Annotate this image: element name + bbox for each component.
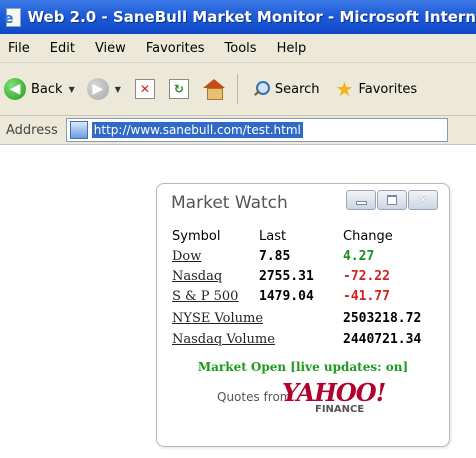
widget-window-controls: ✕ [345, 190, 438, 210]
favorites-button[interactable]: ★ Favorites [324, 72, 418, 106]
back-arrow-icon: ◀ [4, 78, 26, 100]
search-icon [254, 81, 270, 97]
back-label: Back [31, 81, 63, 97]
symbol-link-dow[interactable]: Dow [172, 249, 201, 264]
symbol-link-nasdaq-volume[interactable]: Nasdaq Volume [172, 332, 275, 347]
change-value: -72.22 [343, 269, 390, 284]
forward-dropdown-icon[interactable]: ▼ [115, 85, 121, 94]
symbol-link-nyse-volume[interactable]: NYSE Volume [172, 311, 263, 326]
minimize-icon [355, 201, 367, 205]
change-value: -41.77 [343, 289, 390, 304]
change-value: 4.27 [343, 249, 375, 264]
close-button[interactable]: ✕ [408, 190, 438, 210]
last-value: 7.85 [259, 249, 291, 264]
ie-icon: e [4, 7, 22, 27]
close-icon: ✕ [417, 193, 429, 207]
maximize-button[interactable] [377, 190, 407, 210]
symbol-link-nasdaq[interactable]: Nasdaq [172, 269, 222, 284]
menu-file[interactable]: File [8, 41, 30, 56]
page-icon [69, 121, 88, 139]
volume-value: 2503218.72 [343, 311, 422, 326]
last-value: 2755.31 [259, 269, 314, 284]
address-bar: Address http://www.sanebull.com/test.htm… [0, 116, 476, 145]
refresh-icon[interactable]: ↻ [168, 79, 189, 99]
widget-title: Market Watch [171, 193, 288, 213]
home-icon[interactable] [202, 79, 225, 100]
address-url[interactable]: http://www.sanebull.com/test.html [91, 122, 303, 138]
menu-favorites[interactable]: Favorites [146, 41, 205, 56]
market-status: Market Open [live updates: on] [197, 360, 409, 374]
address-input[interactable]: http://www.sanebull.com/test.html [65, 118, 448, 142]
quotes-from-label: Quotes from [217, 390, 292, 404]
forward-arrow-icon: ▶ [86, 78, 109, 100]
last-value: 1479.04 [259, 289, 314, 304]
menu-bar: File Edit View Favorites Tools Help [0, 34, 476, 63]
window-title: Web 2.0 - SaneBull Market Monitor - Micr… [27, 8, 476, 26]
minimize-button[interactable] [346, 190, 376, 210]
menu-view[interactable]: View [95, 41, 126, 56]
menu-help[interactable]: Help [277, 41, 307, 56]
header-last: Last [259, 229, 287, 244]
toolbar-separator [236, 74, 238, 104]
window-title-bar[interactable]: e Web 2.0 - SaneBull Market Monitor - Mi… [0, 0, 476, 34]
maximize-icon [387, 195, 397, 205]
back-dropdown-icon[interactable]: ▼ [69, 85, 75, 94]
header-symbol: Symbol [172, 229, 221, 244]
stop-icon[interactable]: ✕ [134, 79, 155, 99]
back-button[interactable]: ◀ Back ▼ [4, 72, 75, 106]
forward-button[interactable]: ▶ ▼ [79, 72, 121, 106]
star-icon: ★ [335, 77, 354, 101]
market-watch-widget: Market Watch ✕ Symbol Last Change Dow 7.… [156, 183, 450, 447]
menu-edit[interactable]: Edit [50, 41, 75, 56]
address-label: Address [6, 122, 58, 138]
yahoo-finance-label: FINANCE [315, 404, 365, 415]
favorites-label: Favorites [358, 81, 418, 97]
header-change: Change [343, 229, 393, 244]
symbol-link-sp500[interactable]: S & P 500 [172, 289, 238, 304]
yahoo-logo[interactable]: YAHOO! [282, 378, 386, 407]
search-label: Search [274, 81, 320, 97]
standard-toolbar: ◀ Back ▼ ▶ ▼ ✕ ↻ Search ★ Favorites [0, 63, 476, 116]
menu-tools[interactable]: Tools [225, 41, 257, 56]
search-button[interactable]: Search [246, 72, 320, 106]
volume-value: 2440721.34 [343, 332, 422, 347]
